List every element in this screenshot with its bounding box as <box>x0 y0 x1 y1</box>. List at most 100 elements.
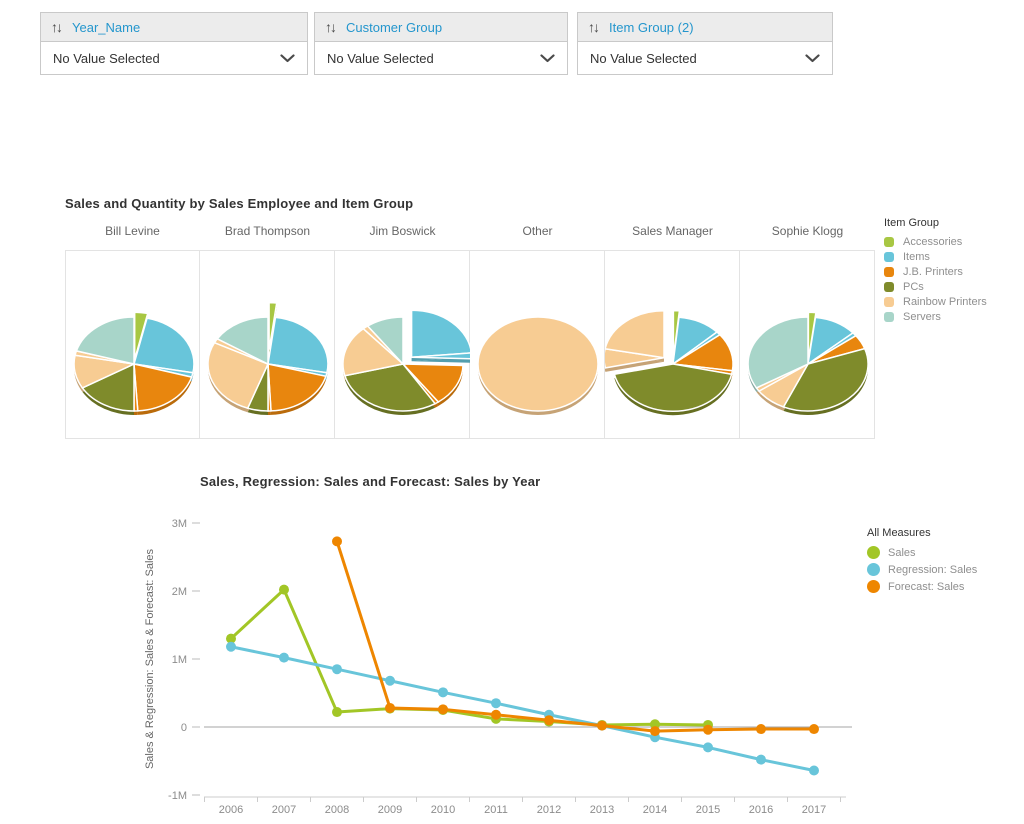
pie-other <box>470 251 605 438</box>
data-point[interactable] <box>332 707 342 717</box>
filter-item-group-sort-header[interactable]: ↑↓ Item Group (2) <box>578 13 832 42</box>
chevron-down-icon[interactable] <box>805 54 820 63</box>
pie-cell <box>335 250 470 439</box>
pie-cell <box>65 250 200 439</box>
filter-label[interactable]: Item Group (2) <box>609 20 694 35</box>
y-tick-label: 0 <box>181 722 187 734</box>
legend-label: PCs <box>903 281 924 293</box>
legend-item-forecast-sales[interactable]: Forecast: Sales <box>867 578 977 595</box>
legend-swatch <box>867 580 880 593</box>
data-point[interactable] <box>226 642 236 652</box>
pie-column-sophie-klogg: Sophie Klogg <box>740 224 875 439</box>
data-point[interactable] <box>438 687 448 697</box>
pie-legend-title: Item Group <box>884 217 987 229</box>
pie-brad-thompson <box>200 251 335 438</box>
data-point[interactable] <box>650 726 660 736</box>
line-legend: All Measures SalesRegression: SalesForec… <box>867 527 977 595</box>
pie-slice-items[interactable] <box>268 317 328 372</box>
pie-sales-manager <box>605 251 740 438</box>
legend-label: Servers <box>903 311 941 323</box>
pie-slice-rainbow_printers[interactable] <box>605 311 664 358</box>
data-point[interactable] <box>332 664 342 674</box>
data-point[interactable] <box>332 536 342 546</box>
legend-item-pcs[interactable]: PCs <box>884 279 987 294</box>
x-tick-label: 2007 <box>272 804 296 816</box>
legend-item-accessories[interactable]: Accessories <box>884 234 987 249</box>
filter-customer-group: ↑↓ Customer Group No Value Selected <box>314 12 568 75</box>
pie-column-sales-manager: Sales Manager <box>605 224 740 439</box>
legend-swatch <box>884 282 894 292</box>
data-point[interactable] <box>491 710 501 720</box>
data-point[interactable] <box>703 742 713 752</box>
data-point[interactable] <box>385 676 395 686</box>
pie-jim-boswick <box>335 251 470 438</box>
legend-item-regression-sales[interactable]: Regression: Sales <box>867 561 977 578</box>
legend-swatch <box>884 252 894 262</box>
filter-item-group-dropdown[interactable]: No Value Selected <box>578 42 832 74</box>
pie-slice-rainbow_printers[interactable] <box>478 317 598 411</box>
pie-column-label: Sophie Klogg <box>740 224 875 250</box>
pie-column-label: Brad Thompson <box>200 224 335 250</box>
pie-cell <box>740 250 875 439</box>
legend-swatch <box>884 267 894 277</box>
filter-selected-value: No Value Selected <box>327 51 434 66</box>
legend-label: Items <box>903 251 930 263</box>
pie-cell <box>605 250 740 439</box>
filter-selected-value: No Value Selected <box>53 51 160 66</box>
data-point[interactable] <box>491 698 501 708</box>
x-tick-label: 2009 <box>378 804 402 816</box>
pie-legend: Item Group Accessories ItemsJ.B. Printers… <box>884 217 987 324</box>
sort-icon[interactable]: ↑↓ <box>51 20 61 34</box>
pie-column-brad-thompson: Brad Thompson <box>200 224 335 439</box>
pie-slice-pcs[interactable] <box>614 364 731 411</box>
pie-cell <box>200 250 335 439</box>
data-point[interactable] <box>756 724 766 734</box>
pie-column-bill-levine: Bill Levine <box>65 224 200 439</box>
pie-slice-items[interactable] <box>412 310 470 357</box>
chevron-down-icon[interactable] <box>540 54 555 63</box>
dashboard-page: ↑↓ Year_Name No Value Selected ↑↓ Custom… <box>0 0 1024 824</box>
filter-year-name-sort-header[interactable]: ↑↓ Year_Name <box>41 13 307 42</box>
pie-column-jim-boswick: Jim Boswick <box>335 224 470 439</box>
data-point[interactable] <box>809 724 819 734</box>
filter-item-group: ↑↓ Item Group (2) No Value Selected <box>577 12 833 75</box>
filter-label[interactable]: Customer Group <box>346 20 442 35</box>
filter-year-name-dropdown[interactable]: No Value Selected <box>41 42 307 74</box>
legend-item-jb_printers[interactable]: J.B. Printers <box>884 264 987 279</box>
data-point[interactable] <box>756 755 766 765</box>
line-chart-title: Sales, Regression: Sales and Forecast: S… <box>200 474 540 489</box>
data-point[interactable] <box>544 715 554 725</box>
legend-swatch <box>867 563 880 576</box>
data-point[interactable] <box>279 585 289 595</box>
data-point[interactable] <box>809 766 819 776</box>
filter-customer-group-sort-header[interactable]: ↑↓ Customer Group <box>315 13 567 42</box>
pie-column-label: Bill Levine <box>65 224 200 250</box>
x-tick-label: 2012 <box>537 804 561 816</box>
chevron-down-icon[interactable] <box>280 54 295 63</box>
data-point[interactable] <box>438 704 448 714</box>
filter-label[interactable]: Year_Name <box>72 20 140 35</box>
legend-label: Rainbow Printers <box>903 296 987 308</box>
x-tick-label: 2013 <box>590 804 614 816</box>
legend-label: Accessories <box>903 236 962 248</box>
x-tick-label: 2015 <box>696 804 720 816</box>
legend-item-sales[interactable]: Sales <box>867 544 977 561</box>
legend-item-servers[interactable]: Servers <box>884 309 987 324</box>
data-point[interactable] <box>385 703 395 713</box>
series-line-Sales <box>231 590 708 725</box>
data-point[interactable] <box>703 725 713 735</box>
data-point[interactable] <box>597 721 607 731</box>
sort-icon[interactable]: ↑↓ <box>588 20 598 34</box>
pie-cell <box>470 250 605 439</box>
filter-customer-group-dropdown[interactable]: No Value Selected <box>315 42 567 74</box>
legend-item-rainbow_printers[interactable]: Rainbow Printers <box>884 294 987 309</box>
x-tick-label: 2011 <box>484 804 508 816</box>
legend-item-items[interactable]: Items <box>884 249 987 264</box>
line-chart: Sales & Regression: Sales & Forecast: Sa… <box>140 500 880 824</box>
y-tick-label: 1M <box>172 654 187 666</box>
pie-chart-title: Sales and Quantity by Sales Employee and… <box>65 196 413 211</box>
x-tick-label: 2008 <box>325 804 349 816</box>
pie-column-label: Sales Manager <box>605 224 740 250</box>
sort-icon[interactable]: ↑↓ <box>325 20 335 34</box>
data-point[interactable] <box>279 653 289 663</box>
